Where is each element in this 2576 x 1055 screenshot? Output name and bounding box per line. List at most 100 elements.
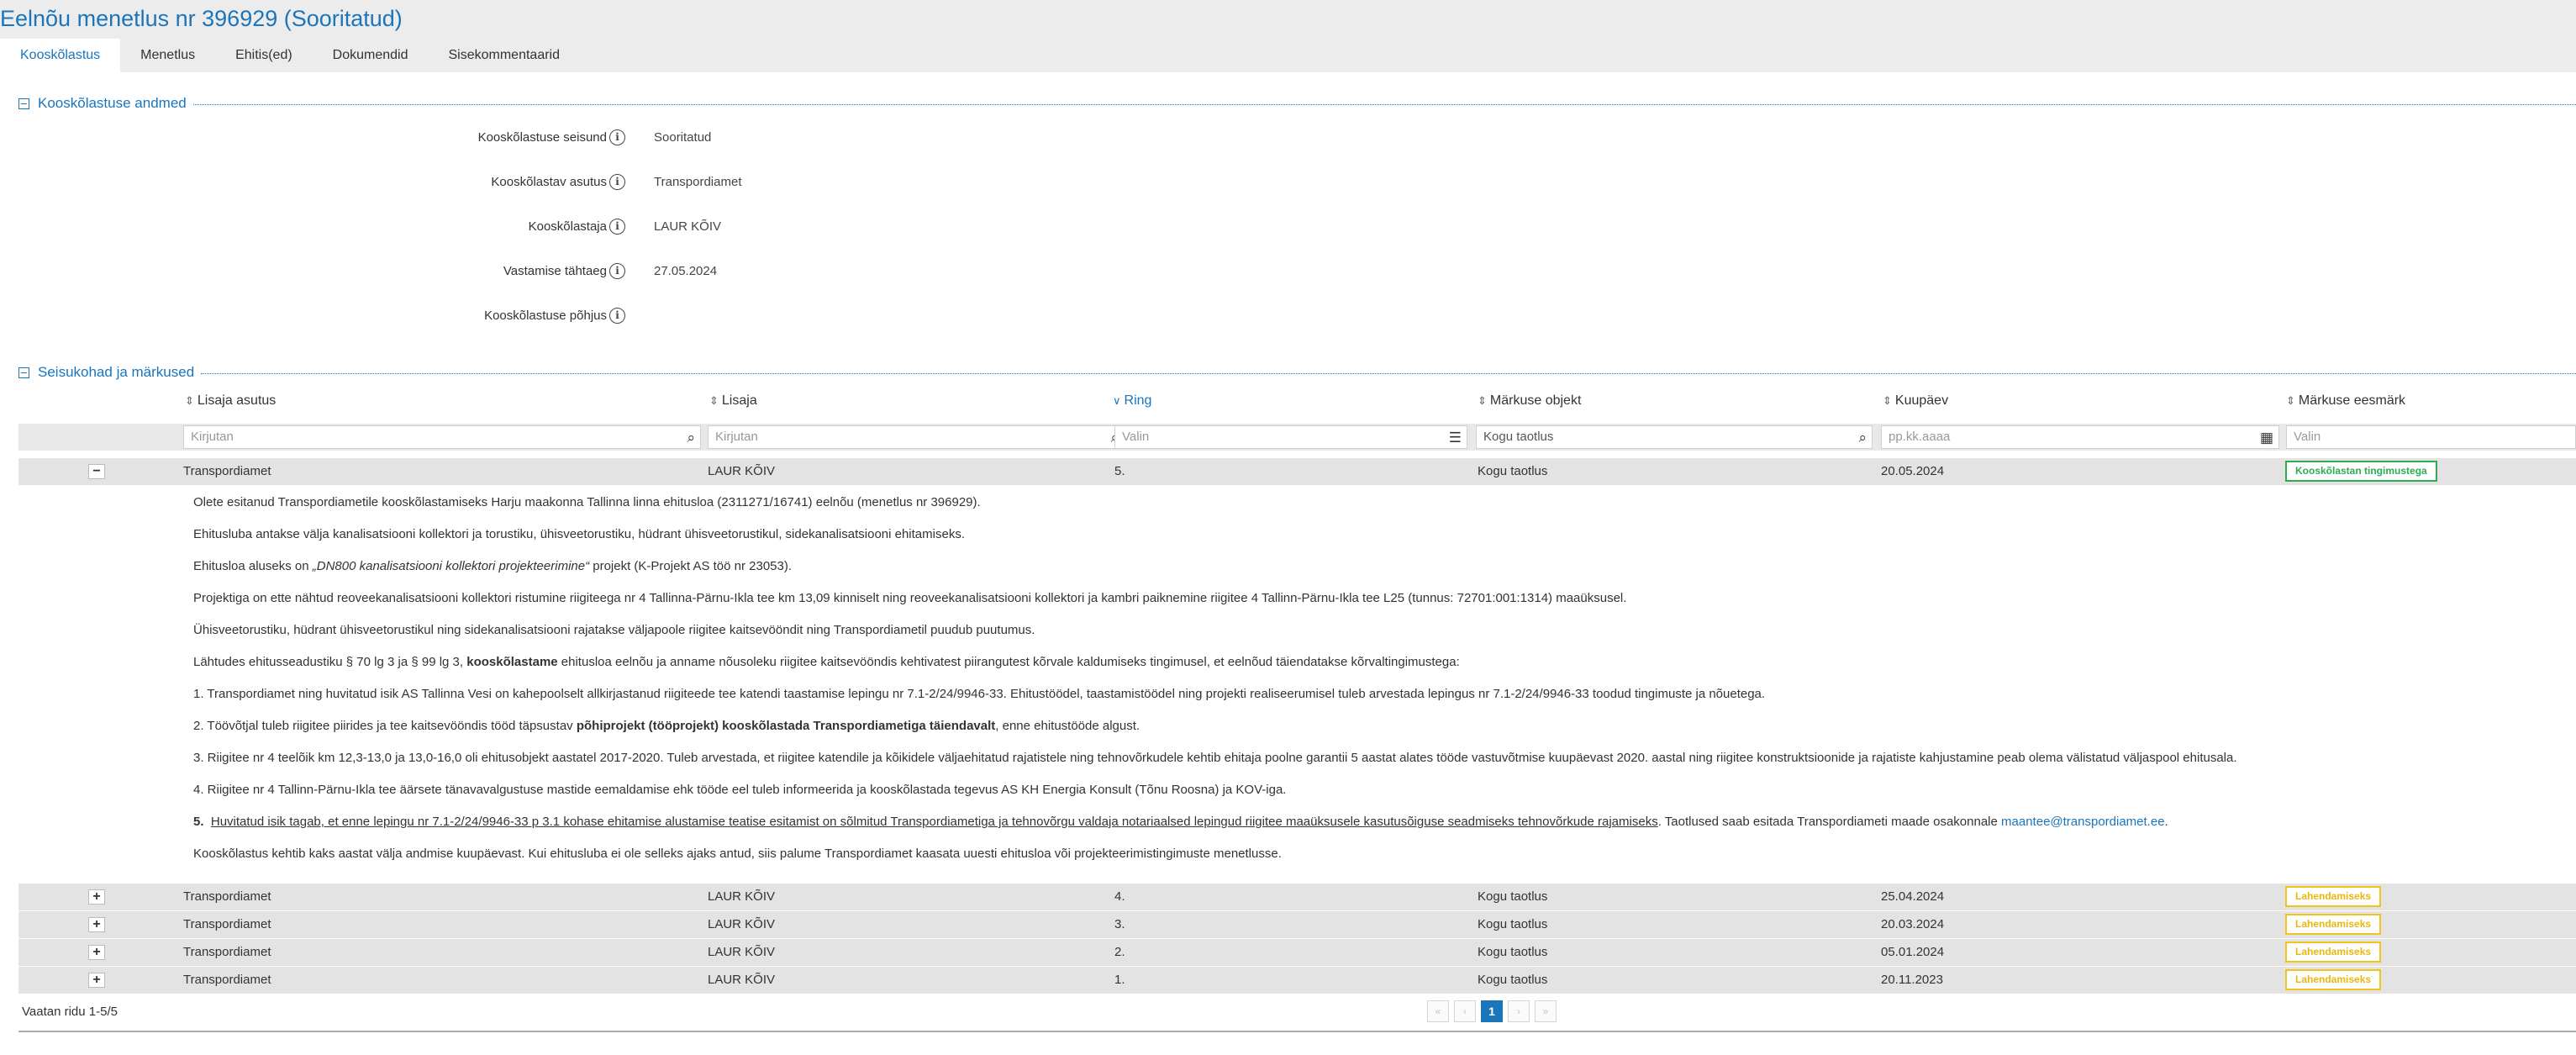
info-icon[interactable]: i — [609, 219, 625, 235]
sort-icon: ⇕ — [1883, 394, 1892, 407]
cell-lisaja: LAUR KÕIV — [708, 973, 776, 987]
prev-page-button[interactable]: ‹ — [1454, 1000, 1476, 1022]
detail-paragraph: Lähtudes ehitusseadustiku § 70 lg 3 ja §… — [193, 655, 1460, 669]
search-icon[interactable]: ⌕ — [687, 427, 695, 449]
tab-dokumendid[interactable]: Dokumendid — [313, 39, 429, 72]
table-row[interactable]: + Transpordiamet LAUR KÕIV 3. Kogu taotl… — [18, 911, 2576, 938]
info-icon[interactable]: i — [609, 174, 625, 190]
info-icon[interactable]: i — [609, 308, 625, 324]
calendar-icon[interactable]: ▦ — [2260, 427, 2273, 449]
info-icon[interactable]: i — [609, 263, 625, 279]
table-row[interactable]: + Transpordiamet LAUR KÕIV 4. Kogu taotl… — [18, 884, 2576, 910]
field-label: Kooskõlastuse seisund — [477, 130, 607, 145]
status-badge: Lahendamiseks — [2285, 886, 2382, 907]
detail-paragraph: 2. Töövõtjal tuleb riigitee piirides ja … — [193, 719, 1140, 733]
cell-markuse-objekt: Kogu taotlus — [1478, 973, 1548, 987]
expand-row-icon[interactable]: + — [88, 917, 105, 932]
field-pohjus: Kooskõlastuse põhjus i — [0, 303, 925, 329]
field-asutus: Kooskõlastav asutus i Transpordiamet — [0, 170, 925, 195]
cell-kuupaev: 25.04.2024 — [1881, 889, 1945, 904]
cell-ring: 2. — [1114, 945, 1125, 959]
list-icon[interactable]: ☰ — [1449, 427, 1462, 449]
collapse-toggle-icon[interactable] — [18, 98, 29, 109]
cell-lisaja: LAUR KÕIV — [708, 945, 776, 959]
collapse-toggle-icon[interactable] — [18, 367, 29, 378]
field-value: 27.05.2024 — [654, 264, 718, 278]
filter-kuupaev-input[interactable]: pp.kk.aaaa ▦ — [1881, 425, 2279, 449]
tab-kooskolastus[interactable]: Kooskõlastus — [0, 39, 121, 72]
footer-divider — [18, 1031, 2576, 1032]
last-page-button[interactable]: » — [1535, 1000, 1557, 1022]
cell-kuupaev: 20.03.2024 — [1881, 917, 1945, 931]
status-badge: Kooskõlastan tingimustega — [2285, 461, 2437, 482]
column-header-lisaja-asutus[interactable]: ⇕ Lisaja asutus — [185, 393, 276, 409]
field-value: Sooritatud — [654, 130, 712, 145]
cell-markuse-objekt: Kogu taotlus — [1478, 889, 1548, 904]
table-row[interactable]: − Transpordiamet LAUR KÕIV 5. Kogu taotl… — [18, 458, 2576, 485]
current-page-button[interactable]: 1 — [1481, 1000, 1503, 1022]
filter-ring-select[interactable]: Valin ☰ — [1114, 425, 1467, 449]
email-link[interactable]: maantee@transpordiamet.ee — [2001, 815, 2165, 829]
status-badge: Lahendamiseks — [2285, 942, 2382, 963]
cell-kuupaev: 20.11.2023 — [1881, 973, 1943, 987]
table-row[interactable]: + Transpordiamet LAUR KÕIV 1. Kogu taotl… — [18, 967, 2576, 994]
status-badge: Lahendamiseks — [2285, 914, 2382, 935]
field-tahtaeg: Vastamise tähtaeg i 27.05.2024 — [0, 259, 925, 284]
filter-markuse-objekt-input[interactable]: Kogu taotlus ⌕ — [1476, 425, 1873, 449]
cell-markuse-objekt: Kogu taotlus — [1478, 464, 1548, 478]
expand-row-icon[interactable]: + — [88, 889, 105, 905]
cell-lisaja-asutus: Transpordiamet — [183, 945, 271, 959]
tab-bar: Kooskõlastus Menetlus Ehitis(ed) Dokumen… — [0, 39, 580, 72]
cell-ring: 1. — [1114, 973, 1125, 987]
cell-lisaja: LAUR KÕIV — [708, 464, 776, 478]
section-divider — [201, 372, 2576, 374]
filter-lisaja-input[interactable]: Kirjutan ⌕ — [708, 425, 1125, 449]
sort-descending-icon: ∨ — [1113, 394, 1121, 407]
filter-markuse-eesmark-select[interactable]: Valin — [2286, 425, 2576, 449]
sort-icon: ⇕ — [185, 394, 194, 407]
page-header: Eelnõu menetlus nr 396929 (Sooritatud) K… — [0, 0, 2576, 72]
cell-markuse-objekt: Kogu taotlus — [1478, 917, 1548, 931]
detail-paragraph: Olete esitanud Transpordiametile kooskõl… — [193, 495, 981, 509]
column-header-kuupaev[interactable]: ⇕ Kuupäev — [1883, 393, 1948, 409]
field-value: Transpordiamet — [654, 175, 742, 189]
pagination: « ‹ 1 › » — [1427, 1000, 1557, 1024]
cell-lisaja-asutus: Transpordiamet — [183, 973, 271, 987]
detail-paragraph: 5. Huvitatud isik tagab, et enne lepingu… — [193, 815, 2168, 829]
section-title: Seisukohad ja märkused — [38, 364, 195, 380]
column-header-markuse-eesmark[interactable]: ⇕ Märkuse eesmärk — [2286, 393, 2405, 409]
search-icon[interactable]: ⌕ — [1858, 427, 1867, 449]
status-badge: Lahendamiseks — [2285, 969, 2382, 990]
cell-ring: 4. — [1114, 889, 1125, 904]
grid-header: ⇕ Lisaja asutus ⇕ Lisaja ∨ Ring ⇕ Märkuse ob… — [18, 390, 2576, 415]
tab-sisekommentaarid[interactable]: Sisekommentaarid — [429, 39, 581, 72]
field-label: Kooskõlastaja — [528, 219, 607, 234]
column-header-ring[interactable]: ∨ Ring — [1113, 393, 1151, 409]
tab-menetlus[interactable]: Menetlus — [120, 39, 215, 72]
tab-ehitised[interactable]: Ehitis(ed) — [215, 39, 313, 72]
cell-lisaja-asutus: Transpordiamet — [183, 889, 271, 904]
sort-icon: ⇕ — [1478, 394, 1487, 407]
field-label: Vastamise tähtaeg — [503, 264, 607, 278]
section-divider — [192, 103, 2576, 105]
detail-paragraph: Ehitusloa aluseks on „DN800 kanalisatsio… — [193, 559, 793, 573]
detail-paragraph: Projektiga on ette nähtud reoveekanalisa… — [193, 591, 1627, 605]
rows-info: Vaatan ridu 1-5/5 — [22, 1005, 118, 1019]
detail-paragraph: Kooskõlastus kehtib kaks aastat välja an… — [193, 847, 1282, 861]
table-row[interactable]: + Transpordiamet LAUR KÕIV 2. Kogu taotl… — [18, 939, 2576, 966]
next-page-button[interactable]: › — [1508, 1000, 1530, 1022]
expand-row-icon[interactable]: + — [88, 973, 105, 988]
collapse-row-icon[interactable]: − — [88, 464, 105, 479]
cell-lisaja-asutus: Transpordiamet — [183, 464, 271, 478]
expand-row-icon[interactable]: + — [88, 945, 105, 960]
field-label: Kooskõlastuse põhjus — [484, 309, 607, 323]
detail-paragraph: Ehitusluba antakse välja kanalisatsiooni… — [193, 527, 965, 541]
field-kooskolastaja: Kooskõlastaja i LAUR KÕIV — [0, 214, 925, 240]
page-title: Eelnõu menetlus nr 396929 (Sooritatud) — [0, 6, 403, 31]
column-header-lisaja[interactable]: ⇕ Lisaja — [709, 393, 757, 409]
info-icon[interactable]: i — [609, 129, 625, 145]
column-header-markuse-objekt[interactable]: ⇕ Märkuse objekt — [1478, 393, 1581, 409]
first-page-button[interactable]: « — [1427, 1000, 1449, 1022]
sort-icon: ⇕ — [2286, 394, 2295, 407]
filter-lisaja-asutus-input[interactable]: Kirjutan ⌕ — [183, 425, 701, 449]
